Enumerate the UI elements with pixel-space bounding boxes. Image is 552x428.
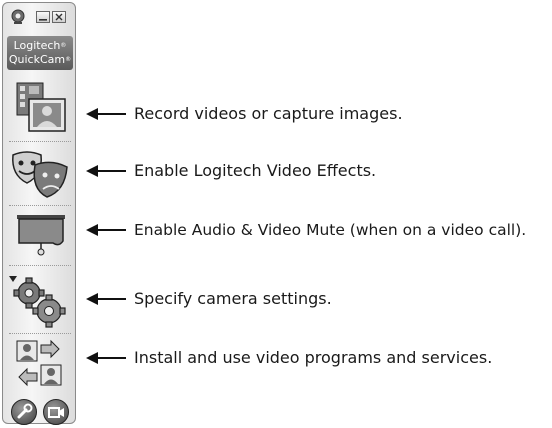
- wrench-icon: [17, 403, 33, 419]
- close-button[interactable]: [52, 11, 66, 23]
- pointer-arrow-icon: [86, 165, 126, 177]
- separator: [9, 333, 71, 334]
- callout-label: Enable Logitech Video Effects.: [134, 161, 377, 180]
- pointer-arrow-icon: [86, 293, 126, 305]
- video-camera-icon: [48, 407, 64, 418]
- separator: [9, 265, 71, 266]
- minimize-button[interactable]: [36, 11, 50, 23]
- callout-label: Record videos or capture images.: [134, 104, 403, 123]
- callout-label: Install and use video programs and servi…: [134, 348, 493, 367]
- callout-label: Enable Audio & Video Mute (when on a vid…: [134, 221, 527, 239]
- close-icon: [55, 13, 63, 21]
- record-capture-button[interactable]: [7, 79, 73, 137]
- quickcam-toolbar: Logitech® QuickCam®: [2, 2, 76, 425]
- brand-line-1: Logitech: [13, 39, 61, 52]
- pointer-arrow-icon: [86, 352, 126, 364]
- camera-settings-button[interactable]: [7, 273, 73, 331]
- privacy-shade-icon: [17, 215, 65, 256]
- brand-line-2: QuickCam: [8, 53, 66, 66]
- title-bar[interactable]: [3, 3, 75, 31]
- theater-masks-icon: [12, 151, 68, 198]
- separator: [9, 205, 71, 206]
- audio-video-mute-button[interactable]: [7, 207, 73, 265]
- brand-logo: Logitech® QuickCam®: [7, 36, 73, 70]
- minimize-icon: [39, 19, 47, 21]
- film-photo-icon: [16, 82, 66, 132]
- gears-icon: [13, 277, 66, 328]
- pointer-arrow-icon: [86, 224, 126, 236]
- pointer-arrow-icon: [86, 108, 126, 120]
- contacts-arrows-icon: [16, 339, 62, 387]
- video-programs-button[interactable]: [7, 337, 73, 395]
- brand-mark: ®: [65, 56, 72, 63]
- separator: [9, 141, 71, 142]
- help-button[interactable]: [11, 399, 37, 425]
- webcam-icon: [9, 9, 27, 25]
- video-effects-button[interactable]: [7, 145, 73, 203]
- brand-mark: ®: [60, 42, 67, 49]
- callout-label: Specify camera settings.: [134, 289, 332, 308]
- camera-button[interactable]: [43, 399, 69, 425]
